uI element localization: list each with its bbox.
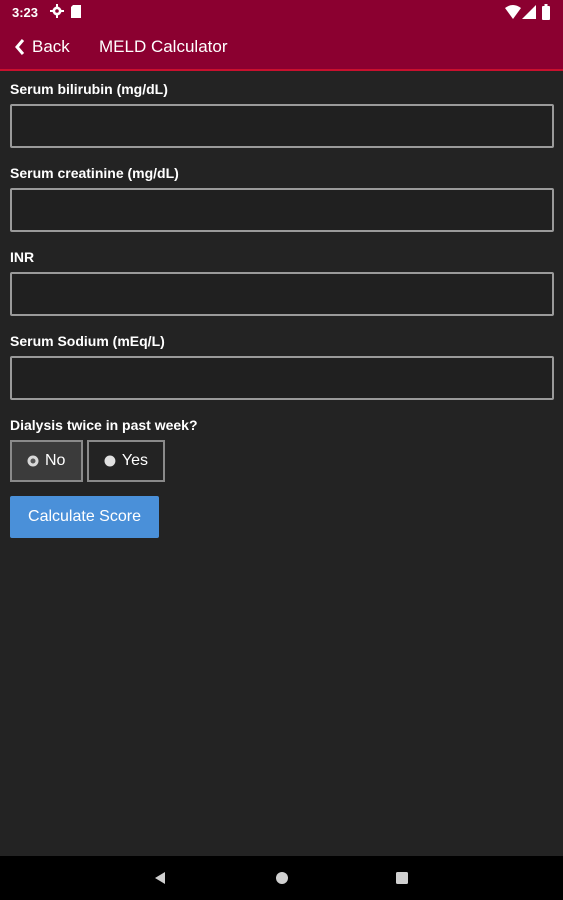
sodium-label: Serum Sodium (mEq/L) [10, 333, 165, 349]
system-nav-bar [0, 856, 563, 900]
meld-form: Serum bilirubin (mg/dL) Serum creatinine… [10, 80, 554, 538]
radio-unselected-icon [104, 455, 116, 467]
creatinine-input[interactable] [10, 188, 554, 232]
back-triangle-icon[interactable] [153, 871, 167, 885]
sodium-input[interactable] [10, 356, 554, 400]
status-bar: 3:23 [0, 0, 563, 26]
dialysis-yes-option[interactable]: Yes [87, 440, 165, 482]
home-circle-icon[interactable] [275, 871, 289, 885]
dialysis-label: Dialysis twice in past week? [10, 417, 198, 433]
bilirubin-input[interactable] [10, 104, 554, 148]
gear-icon [50, 4, 64, 18]
back-button[interactable]: Back [14, 35, 70, 59]
status-time: 3:23 [12, 5, 39, 20]
dialysis-yes-label: Yes [121, 452, 148, 469]
dialysis-radio-group: No Yes [10, 440, 554, 482]
inr-label: INR [10, 249, 35, 265]
chevron-left-icon [15, 39, 25, 55]
bilirubin-label: Serum bilirubin (mg/dL) [10, 81, 168, 97]
app-bar: Back MELD Calculator [0, 26, 563, 71]
recents-square-icon[interactable] [395, 871, 409, 885]
radio-selected-icon [27, 455, 39, 467]
sd-card-icon [71, 5, 81, 18]
calculate-score-button[interactable]: Calculate Score [10, 496, 159, 538]
dialysis-no-option[interactable]: No [10, 440, 83, 482]
wifi-icon [505, 5, 521, 19]
signal-icon [522, 5, 536, 19]
page-title: MELD Calculator [99, 37, 228, 56]
battery-icon [542, 4, 550, 20]
dialysis-no-label: No [45, 452, 66, 469]
creatinine-label: Serum creatinine (mg/dL) [10, 165, 179, 181]
inr-input[interactable] [10, 272, 554, 316]
back-label: Back [32, 37, 70, 56]
